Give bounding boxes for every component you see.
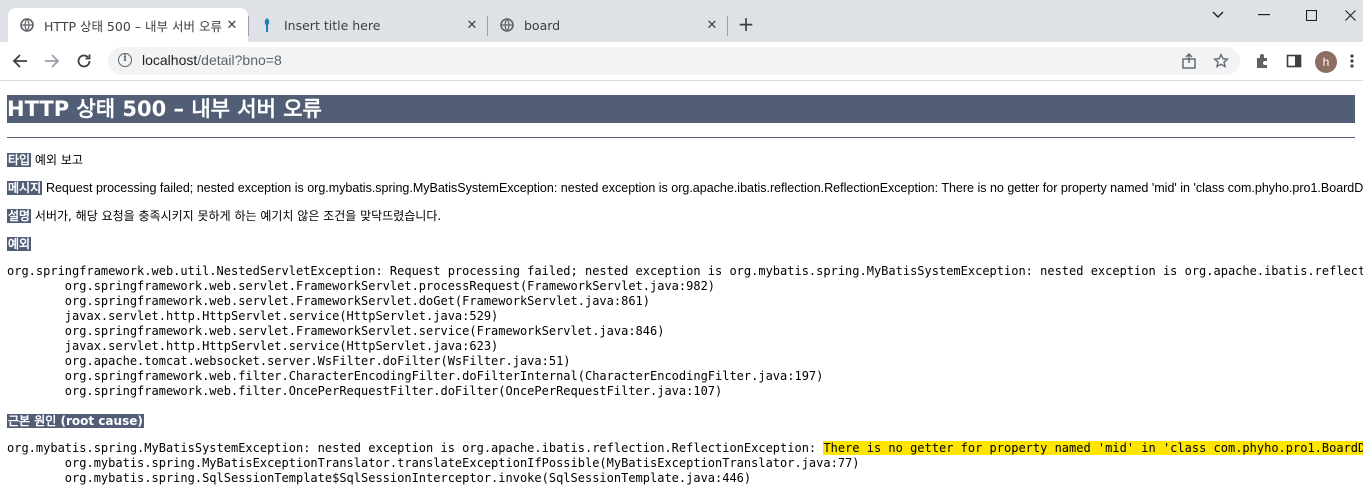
root-cause-prefix: org.mybatis.spring.MyBatisSystemExceptio… [7, 441, 824, 455]
tab-board[interactable]: board ✕ [488, 8, 728, 42]
site-info-icon[interactable]: i [118, 53, 132, 67]
url-path: /detail?bno=8 [197, 52, 282, 68]
bookmark-star-icon[interactable] [1212, 52, 1230, 70]
url-text: localhost/detail?bno=8 [142, 52, 282, 68]
address-bar[interactable]: i localhost/detail?bno=8 [108, 47, 1240, 75]
stack-trace-line: org.springframework.web.servlet.Framewor… [7, 279, 716, 293]
stack-trace-line: org.springframework.web.servlet.Framewor… [7, 324, 665, 338]
stack-trace-line: org.apache.tomcat.websocket.server.WsFil… [7, 354, 571, 368]
tab-title: board [524, 17, 561, 33]
maximize-button[interactable] [1291, 4, 1331, 26]
tab-strip: HTTP 상태 500 – 내부 서버 오류 ✕ Insert title he… [0, 0, 1363, 42]
side-panel-icon[interactable] [1284, 51, 1304, 71]
tab-title: HTTP 상태 500 – 내부 서버 오류 [44, 18, 222, 34]
type-row: 타입 예외 보고 [7, 151, 83, 168]
globe-icon [500, 18, 514, 32]
maximize-icon [1305, 9, 1317, 21]
close-icon [1344, 9, 1356, 21]
type-value: 예외 보고 [34, 153, 83, 167]
exception-heading: 예외 [7, 235, 32, 252]
globe-icon [20, 18, 34, 32]
new-tab-button[interactable]: + [736, 14, 756, 34]
eclipse-icon [260, 17, 274, 33]
forward-arrow-icon [45, 54, 60, 68]
description-value: 서버가, 해당 요청을 충족시키지 못하게 하는 예기치 않은 조건을 맞닥뜨렸… [34, 209, 442, 223]
tab-divider [727, 16, 728, 36]
stack-trace-line: javax.servlet.http.HttpServlet.service(H… [7, 339, 499, 353]
tab-insert-title[interactable]: Insert title here ✕ [248, 8, 488, 42]
chevron-down-icon [1212, 11, 1224, 18]
tab-search-button[interactable] [1198, 4, 1238, 26]
stack-trace-line: org.mybatis.spring.MyBatisExceptionTrans… [7, 456, 860, 470]
root-cause-heading: 근본 원인 (root cause) [7, 412, 144, 429]
stack-trace-line: javax.servlet.http.HttpServlet.service(H… [7, 309, 499, 323]
reload-button[interactable] [72, 49, 96, 73]
stack-trace-line: org.mybatis.spring.SqlSessionTemplate$Sq… [7, 471, 752, 485]
browser-toolbar: i localhost/detail?bno=8 h [0, 42, 1363, 81]
minimize-icon [1258, 14, 1270, 16]
forward-button[interactable] [40, 49, 64, 73]
reload-icon [77, 54, 91, 68]
message-label: 메시지 [7, 181, 43, 195]
exception-label: 예외 [7, 237, 32, 251]
highlighted-error-text: There is no getter for property named 'm… [823, 441, 1363, 455]
close-tab-icon[interactable]: ✕ [704, 17, 720, 33]
root-cause-stack-trace: org.mybatis.spring.MyBatisExceptionTrans… [7, 456, 860, 486]
tab-error-page[interactable]: HTTP 상태 500 – 내부 서버 오류 ✕ [8, 8, 248, 42]
back-arrow-icon [12, 54, 27, 68]
stack-trace-line: org.springframework.web.filter.Character… [7, 369, 824, 383]
close-tab-icon[interactable]: ✕ [224, 17, 240, 33]
share-icon[interactable] [1180, 52, 1198, 70]
menu-kebab-icon[interactable] [1345, 51, 1359, 71]
extensions-icon[interactable] [1252, 51, 1272, 71]
stack-trace-line: org.springframework.web.util.NestedServl… [7, 264, 1363, 278]
tab-title: Insert title here [284, 17, 381, 33]
url-host: localhost [142, 52, 198, 68]
close-tab-icon[interactable]: ✕ [464, 17, 480, 33]
root-cause-label: 근본 원인 (root cause) [7, 414, 144, 428]
close-window-button[interactable] [1337, 4, 1363, 26]
description-label: 설명 [7, 209, 32, 223]
message-value: Request processing failed; nested except… [45, 181, 1363, 195]
divider [7, 137, 1355, 138]
page-title: HTTP 상태 500 – 내부 서버 오류 [7, 95, 1355, 123]
back-button[interactable] [8, 49, 32, 73]
message-row: 메시지 Request processing failed; nested ex… [7, 179, 1363, 196]
minimize-button[interactable] [1244, 4, 1284, 26]
root-cause-message: org.mybatis.spring.MyBatisSystemExceptio… [7, 441, 1363, 456]
profile-avatar[interactable]: h [1315, 51, 1337, 73]
stack-trace-line: org.springframework.web.servlet.Framewor… [7, 294, 650, 308]
type-label: 타입 [7, 153, 32, 167]
stack-trace-line: org.springframework.web.filter.OncePerRe… [7, 384, 723, 398]
description-row: 설명 서버가, 해당 요청을 충족시키지 못하게 하는 예기치 않은 조건을 맞… [7, 207, 441, 224]
exception-stack-trace: org.springframework.web.util.NestedServl… [7, 264, 1363, 399]
